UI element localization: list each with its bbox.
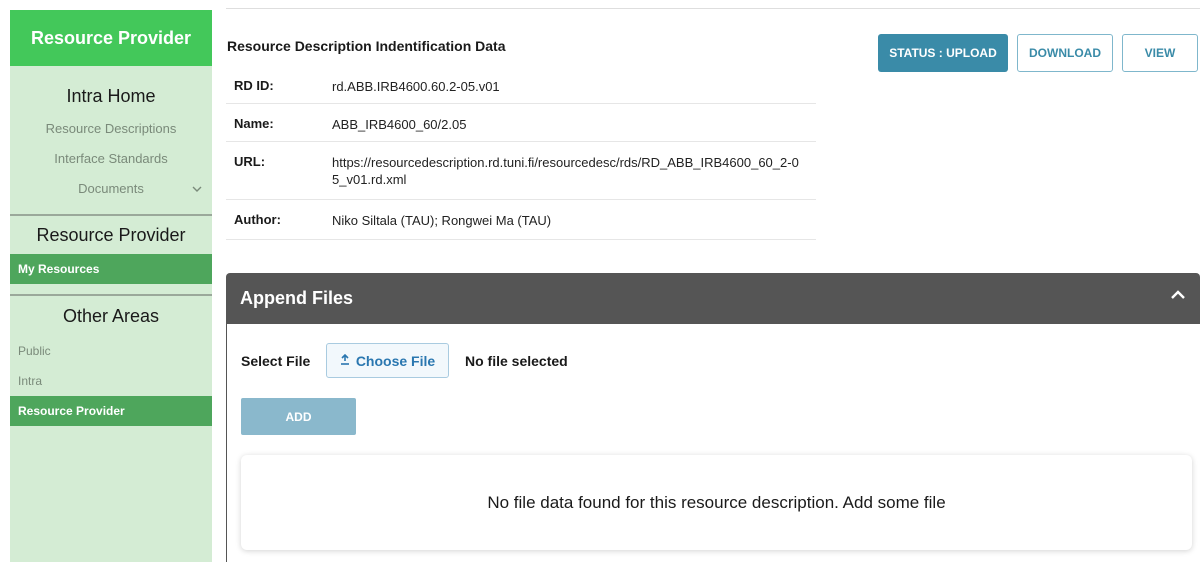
append-files-title: Append Files — [240, 287, 354, 308]
page-title: Resource Description Indentification Dat… — [227, 38, 506, 54]
no-file-status: No file selected — [465, 353, 568, 369]
append-files-header[interactable]: Append Files — [226, 273, 1200, 323]
sidebar-item-intra[interactable]: Intra — [10, 366, 212, 396]
sidebar-other-areas-title: Other Areas — [62, 306, 160, 326]
sidebar-header[interactable]: Resource Provider — [10, 10, 212, 66]
sidebar-item-documents[interactable]: Documents — [10, 174, 212, 204]
sidebar-item-documents-label: Documents — [78, 181, 144, 196]
sidebar-resource-provider-title: Resource Provider — [36, 225, 186, 245]
select-file-label: Select File — [241, 353, 311, 369]
field-value: rd.ABB.IRB4600.60.2-05.v01 — [332, 79, 500, 94]
table-row: URL: https://resourcedescription.rd.tuni… — [226, 142, 816, 200]
sidebar-item-my-resources[interactable]: My Resources — [10, 254, 212, 284]
status-button[interactable]: STATUS : UPLOAD — [878, 34, 1008, 72]
choose-file-label: Choose File — [355, 352, 436, 369]
info-table: RD ID: rd.ABB.IRB4600.60.2-05.v01 Name: … — [226, 66, 816, 240]
sidebar-item-resource-provider[interactable]: Resource Provider — [10, 396, 212, 426]
field-label: Author: — [234, 212, 281, 227]
view-button[interactable]: VIEW — [1122, 34, 1198, 72]
sidebar-item-interface-standards[interactable]: Interface Standards — [10, 144, 212, 174]
field-label: Name: — [234, 116, 274, 131]
sidebar-intra-home[interactable]: Intra Home — [10, 86, 212, 114]
chevron-up-icon[interactable] — [1170, 287, 1186, 303]
top-divider — [226, 8, 1200, 9]
sidebar-item-public[interactable]: Public — [10, 336, 212, 366]
table-row: RD ID: rd.ABB.IRB4600.60.2-05.v01 — [226, 66, 816, 104]
field-label: RD ID: — [234, 78, 274, 93]
empty-state-message: No file data found for this resource des… — [241, 455, 1192, 550]
add-button[interactable]: ADD — [241, 398, 356, 435]
sidebar-item-resource-descriptions[interactable]: Resource Descriptions — [10, 114, 212, 144]
field-value: ABB_IRB4600_60/2.05 — [332, 117, 467, 132]
choose-file-button[interactable]: Choose File — [326, 343, 449, 378]
field-value: https://resourcedescription.rd.tuni.fi/r… — [332, 155, 799, 187]
field-label: URL: — [234, 154, 266, 169]
chevron-down-icon[interactable] — [192, 174, 202, 204]
field-value: Niko Siltala (TAU); Rongwei Ma (TAU) — [332, 213, 552, 228]
download-button[interactable]: DOWNLOAD — [1017, 34, 1113, 72]
sidebar: Resource Provider Intra Home Resource De… — [10, 10, 212, 562]
upload-icon — [340, 353, 350, 368]
table-row: Author: Niko Siltala (TAU); Rongwei Ma (… — [226, 200, 816, 240]
table-row: Name: ABB_IRB4600_60/2.05 — [226, 104, 816, 142]
